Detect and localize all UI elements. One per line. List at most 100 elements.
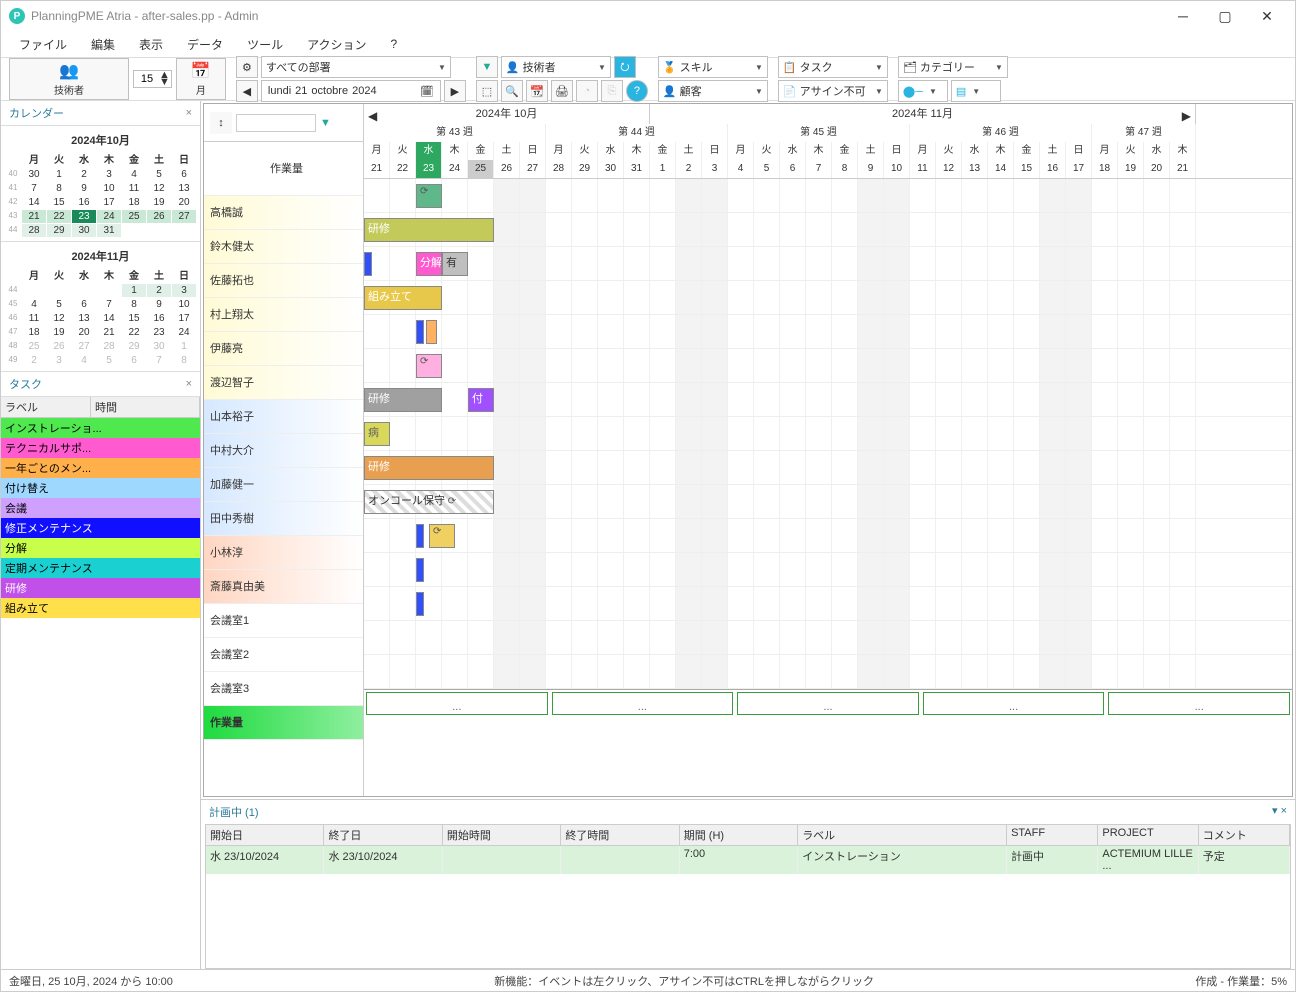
task-panel-close[interactable]: ×: [186, 378, 192, 390]
gantt-bar[interactable]: 研修: [364, 388, 442, 412]
cal-day[interactable]: 23: [72, 210, 96, 223]
cal-day[interactable]: 12: [47, 312, 71, 325]
gantt-prev[interactable]: ◀: [368, 106, 377, 126]
cal-day[interactable]: 24: [172, 326, 196, 339]
cal-day[interactable]: 29: [47, 224, 71, 237]
cal-day[interactable]: 4: [122, 168, 146, 181]
cal-day[interactable]: 11: [122, 182, 146, 195]
cal-day[interactable]: 27: [72, 340, 96, 353]
toggle2-dropdown[interactable]: ▤▼: [951, 80, 1001, 102]
task-item[interactable]: 会議: [1, 498, 200, 518]
calendar-panel-close[interactable]: ×: [186, 107, 192, 119]
bottom-th[interactable]: 終了日: [324, 825, 442, 845]
gantt-bar[interactable]: ⟳: [429, 524, 455, 548]
gantt-bar[interactable]: オンコール保守 ⟳: [364, 490, 494, 514]
cal-day[interactable]: 30: [22, 168, 46, 181]
cal-day[interactable]: 28: [22, 224, 46, 237]
cal-day[interactable]: 6: [122, 354, 146, 367]
bottom-td[interactable]: 計画中: [1007, 846, 1098, 874]
cal-day[interactable]: [22, 284, 46, 297]
bottom-th[interactable]: コメント: [1199, 825, 1290, 845]
cal-day[interactable]: 3: [97, 168, 121, 181]
task-item[interactable]: インストレーショ...: [1, 418, 200, 438]
menu-ツール[interactable]: ツール: [237, 34, 293, 55]
cal-day[interactable]: 2: [22, 354, 46, 367]
maximize-button[interactable]: ▢: [1213, 4, 1237, 28]
task-item[interactable]: 付け替え: [1, 478, 200, 498]
cal-day[interactable]: [172, 224, 196, 237]
cal-day[interactable]: 2: [147, 284, 171, 297]
bottom-td[interactable]: 水 23/10/2024: [324, 846, 442, 874]
cal-day[interactable]: [97, 284, 121, 297]
resource-name[interactable]: 会議室2: [204, 638, 363, 672]
cal-day[interactable]: 26: [147, 210, 171, 223]
cal-day[interactable]: 30: [147, 340, 171, 353]
cal-day[interactable]: 8: [47, 182, 71, 195]
workload-cell[interactable]: ...: [1108, 692, 1290, 715]
cal-day[interactable]: 21: [22, 210, 46, 223]
cal-day[interactable]: 2: [72, 168, 96, 181]
customer-dropdown[interactable]: 👤 顧客▼: [658, 80, 768, 102]
hierarchy-icon[interactable]: ⚙: [236, 56, 258, 78]
spin-down[interactable]: ▼: [159, 79, 170, 86]
cal-day[interactable]: 14: [22, 196, 46, 209]
menu-ファイル[interactable]: ファイル: [9, 34, 77, 55]
resource-name[interactable]: 高橋誠: [204, 196, 363, 230]
resource-name[interactable]: 伊藤亮: [204, 332, 363, 366]
resource-name[interactable]: 斎藤真由美: [204, 570, 363, 604]
cal-day[interactable]: 18: [122, 196, 146, 209]
bottom-td[interactable]: [443, 846, 561, 874]
gantt-bar[interactable]: [416, 592, 424, 616]
gantt-bar[interactable]: 有: [442, 252, 468, 276]
resource-name[interactable]: 山本裕子: [204, 400, 363, 434]
workload-cell[interactable]: ...: [923, 692, 1105, 715]
workload-cell[interactable]: ...: [552, 692, 734, 715]
resource-name[interactable]: 田中秀樹: [204, 502, 363, 536]
resource-name[interactable]: 中村大介: [204, 434, 363, 468]
bottom-td[interactable]: インストレーション: [798, 846, 1007, 874]
cal-day[interactable]: [72, 284, 96, 297]
resource-name[interactable]: 会議室1: [204, 604, 363, 638]
cal-day[interactable]: 20: [172, 196, 196, 209]
cal-day[interactable]: 4: [22, 298, 46, 311]
menu-データ[interactable]: データ: [177, 34, 233, 55]
gantt-bar[interactable]: 分解: [416, 252, 442, 276]
cal-day[interactable]: 16: [72, 196, 96, 209]
bottom-min-icon[interactable]: ▾: [1272, 805, 1278, 817]
task-item[interactable]: 定期メンテナンス: [1, 558, 200, 578]
funnel-icon[interactable]: ▼: [320, 117, 331, 129]
task-item[interactable]: テクニカルサポ...: [1, 438, 200, 458]
cal-day[interactable]: 1: [122, 284, 146, 297]
cal-day[interactable]: 7: [22, 182, 46, 195]
bottom-th[interactable]: 期間 (H): [680, 825, 798, 845]
cal-day[interactable]: 17: [172, 312, 196, 325]
cal-day[interactable]: 29: [122, 340, 146, 353]
date-picker[interactable]: lundi 21 octobre 2024 🗓: [261, 80, 441, 102]
cal-day[interactable]: [147, 224, 171, 237]
cal-day[interactable]: 7: [147, 354, 171, 367]
cal-day[interactable]: 1: [47, 168, 71, 181]
cal-day[interactable]: 9: [72, 182, 96, 195]
cal-day[interactable]: 9: [147, 298, 171, 311]
resource-name[interactable]: 加藤健一: [204, 468, 363, 502]
spin-value[interactable]: [135, 73, 159, 85]
task-item[interactable]: 修正メンテナンス: [1, 518, 200, 538]
gantt-bar[interactable]: [364, 252, 372, 276]
cal-day[interactable]: 1: [172, 340, 196, 353]
cal-day[interactable]: 28: [97, 340, 121, 353]
cal-day[interactable]: 7: [97, 298, 121, 311]
refresh-icon[interactable]: ⭮: [614, 56, 636, 78]
bottom-th[interactable]: STAFF: [1007, 825, 1098, 845]
task-item[interactable]: 研修: [1, 578, 200, 598]
skill-dropdown[interactable]: 🏅 スキル▼: [658, 56, 768, 78]
bottom-th[interactable]: 終了時間: [561, 825, 679, 845]
cal-day[interactable]: 25: [122, 210, 146, 223]
gantt-bar[interactable]: ⟳: [416, 184, 442, 208]
bottom-th[interactable]: ラベル: [798, 825, 1007, 845]
calendar2-icon[interactable]: 📆: [526, 80, 548, 102]
cal-day[interactable]: 25: [22, 340, 46, 353]
task-dropdown[interactable]: 📋 タスク▼: [778, 56, 888, 78]
department-dropdown[interactable]: すべての部署▼: [261, 56, 451, 78]
gantt-bar[interactable]: 組み立て: [364, 286, 442, 310]
workload-cell[interactable]: ...: [737, 692, 919, 715]
